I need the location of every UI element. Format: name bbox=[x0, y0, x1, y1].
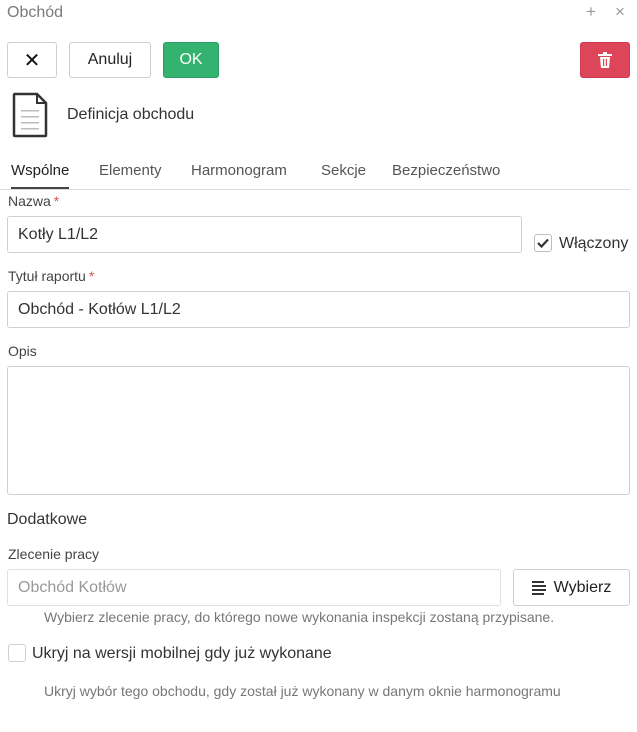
hide-mobile-checkbox[interactable] bbox=[8, 644, 26, 662]
x-icon: ✕ bbox=[23, 49, 41, 72]
tab-elements[interactable]: Elementy bbox=[99, 162, 162, 187]
page-title: Definicja obchodu bbox=[67, 106, 195, 123]
plus-icon[interactable]: + bbox=[586, 3, 596, 21]
ok-button[interactable]: OK bbox=[163, 42, 219, 78]
name-label: Nazwa * bbox=[8, 193, 59, 209]
tab-schedule[interactable]: Harmonogram bbox=[191, 162, 287, 187]
choose-button[interactable]: Wybierz bbox=[513, 569, 630, 606]
window-title: Obchód bbox=[7, 4, 64, 21]
required-mark: * bbox=[53, 193, 60, 209]
additional-section-title: Dodatkowe bbox=[7, 511, 88, 528]
work-order-label: Zlecenie pracy bbox=[8, 546, 100, 562]
check-icon bbox=[537, 238, 549, 248]
list-icon bbox=[531, 580, 548, 595]
name-input[interactable]: Kotły L1/L2 bbox=[7, 216, 522, 253]
enabled-label: Włączony bbox=[559, 235, 629, 252]
hide-mobile-label: Ukryj na wersji mobilnej gdy już wykonan… bbox=[32, 645, 332, 662]
tab-common[interactable]: Wspólne bbox=[11, 162, 70, 189]
required-mark: * bbox=[88, 268, 95, 284]
name-label-text: Nazwa bbox=[8, 193, 51, 209]
close-icon[interactable]: × bbox=[615, 3, 625, 21]
work-order-help: Wybierz zlecenie pracy, do którego nowe … bbox=[44, 609, 555, 625]
report-title-label-text: Tytuł raportu bbox=[8, 268, 86, 284]
report-title-label: Tytuł raportu * bbox=[8, 268, 94, 284]
tab-bar: Wspólne Elementy Harmonogram Sekcje Bezp… bbox=[0, 160, 630, 190]
tab-sections[interactable]: Sekcje bbox=[321, 162, 366, 187]
cancel-button[interactable]: Anuluj bbox=[69, 42, 151, 78]
enabled-checkbox[interactable] bbox=[534, 234, 552, 252]
window-titlebar: Obchód + × bbox=[0, 0, 637, 28]
tab-security[interactable]: Bezpieczeństwo bbox=[392, 162, 500, 187]
description-label: Opis bbox=[8, 343, 37, 359]
document-icon bbox=[12, 92, 48, 143]
description-textarea[interactable] bbox=[7, 366, 630, 495]
trash-icon bbox=[598, 52, 612, 68]
work-order-input[interactable]: Obchód Kotłów bbox=[7, 569, 501, 606]
close-button[interactable]: ✕ bbox=[7, 42, 57, 78]
hide-mobile-help: Ukryj wybór tego obchodu, gdy został już… bbox=[44, 683, 561, 699]
choose-label: Wybierz bbox=[553, 578, 612, 596]
delete-button[interactable] bbox=[580, 42, 630, 78]
report-title-input[interactable]: Obchód - Kotłów L1/L2 bbox=[7, 291, 630, 328]
